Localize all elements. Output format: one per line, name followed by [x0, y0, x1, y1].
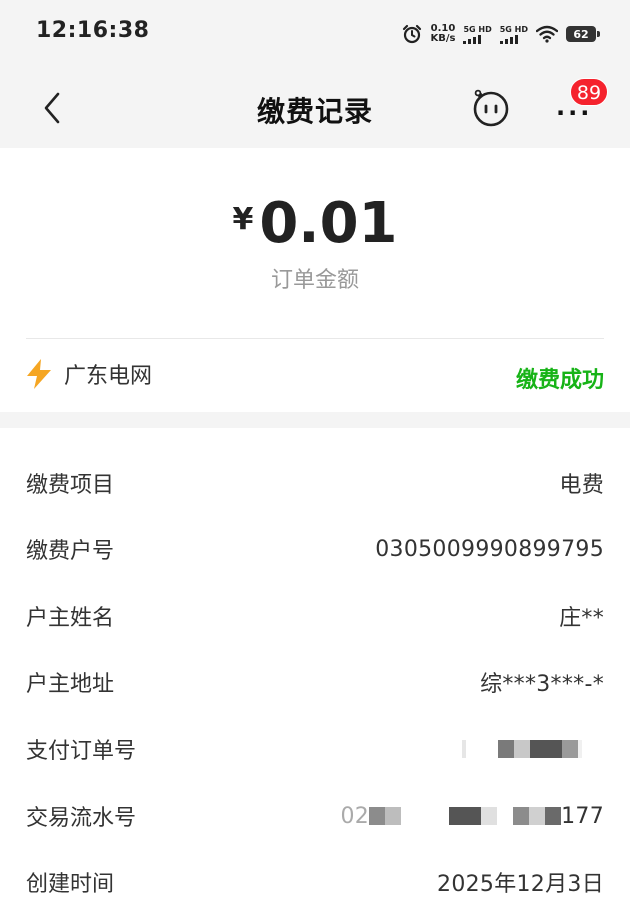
redaction-mask	[545, 807, 562, 825]
net-speed-unit: KB/s	[430, 33, 456, 44]
wifi-icon	[536, 25, 558, 43]
status-time: 12:16:38	[36, 18, 150, 43]
redaction-mask	[385, 807, 402, 825]
redaction-mask	[578, 740, 582, 758]
redacted-value: 02 177	[340, 804, 604, 829]
detail-row: 缴费项目 电费	[26, 463, 604, 503]
detail-row: 缴费户号 0305009990899795	[26, 529, 604, 569]
redaction-mask	[529, 807, 546, 825]
nav-bar: 缴费记录 ···	[0, 66, 630, 148]
signal-label-2: 5G HD	[499, 24, 528, 34]
signal-icon: 5G HD	[463, 24, 492, 44]
detail-label: 缴费户号	[26, 539, 115, 564]
detail-row: 支付订单号	[26, 729, 604, 769]
currency-symbol: ¥	[232, 202, 254, 237]
detail-row: 创建时间 2025年12月3日	[26, 862, 604, 902]
detail-row: 交易流水号 02 177	[26, 796, 604, 836]
redaction-mask	[462, 740, 466, 758]
detail-label: 交易流水号	[26, 806, 137, 831]
alarm-icon	[403, 24, 422, 44]
detail-card: 缴费项目 电费 缴费户号 0305009990899795 户主姓名 庄** 户…	[0, 428, 630, 919]
merchant-info: 广东电网	[24, 358, 152, 390]
redaction-mask	[530, 740, 562, 758]
status-bar: 12:16:38 0.10 KB/s 5G HD 5G HD 62	[0, 0, 630, 66]
redacted-value	[462, 740, 604, 758]
redaction-mask	[514, 740, 530, 758]
status-icons: 0.10 KB/s 5G HD 5G HD 62	[402, 20, 600, 48]
amount-card: ¥ 0.01 订单金额 广东电网 缴费成功	[0, 148, 630, 412]
redaction-mask	[513, 807, 530, 825]
amount-row: ¥ 0.01	[0, 192, 630, 256]
signal-label: 5G HD	[463, 24, 492, 34]
more-dots-icon: ···	[556, 99, 593, 127]
detail-label: 户主姓名	[26, 606, 115, 631]
detail-value: 0305009990899795	[375, 536, 604, 562]
signal-icon-2: 5G HD	[499, 24, 528, 44]
page-title: 缴费记录	[256, 95, 373, 128]
notification-badge: 89	[570, 78, 608, 106]
detail-label: 支付订单号	[26, 739, 137, 764]
detail-label: 缴费项目	[26, 473, 115, 498]
detail-value: 综***3***-*	[480, 672, 604, 697]
redaction-mask	[562, 740, 578, 758]
order-amount: 0.01	[259, 191, 398, 256]
lightning-icon	[27, 359, 51, 389]
divider	[26, 338, 604, 339]
payment-status: 缴费成功	[515, 368, 604, 393]
value-suffix: 177	[561, 803, 604, 829]
net-speed: 0.10 KB/s	[430, 24, 455, 44]
redaction-mask	[449, 807, 482, 825]
detail-value: 2025年12月3日	[437, 872, 604, 897]
detail-row: 户主姓名 庄**	[26, 596, 604, 636]
robot-face-icon	[473, 89, 509, 127]
value-prefix: 02	[340, 803, 370, 829]
battery-icon: 62	[566, 26, 600, 42]
detail-value: 庄**	[559, 606, 604, 631]
assistant-button[interactable]	[470, 87, 512, 129]
detail-label: 户主地址	[26, 672, 115, 697]
redaction-mask	[498, 740, 514, 758]
detail-value: 电费	[559, 473, 604, 498]
redaction-mask	[369, 807, 386, 825]
detail-row: 户主地址 综***3***-*	[26, 662, 604, 702]
detail-label: 创建时间	[26, 872, 115, 897]
redaction-mask	[481, 807, 498, 825]
amount-label: 订单金额	[270, 268, 359, 293]
merchant-name: 广东电网	[64, 364, 153, 389]
